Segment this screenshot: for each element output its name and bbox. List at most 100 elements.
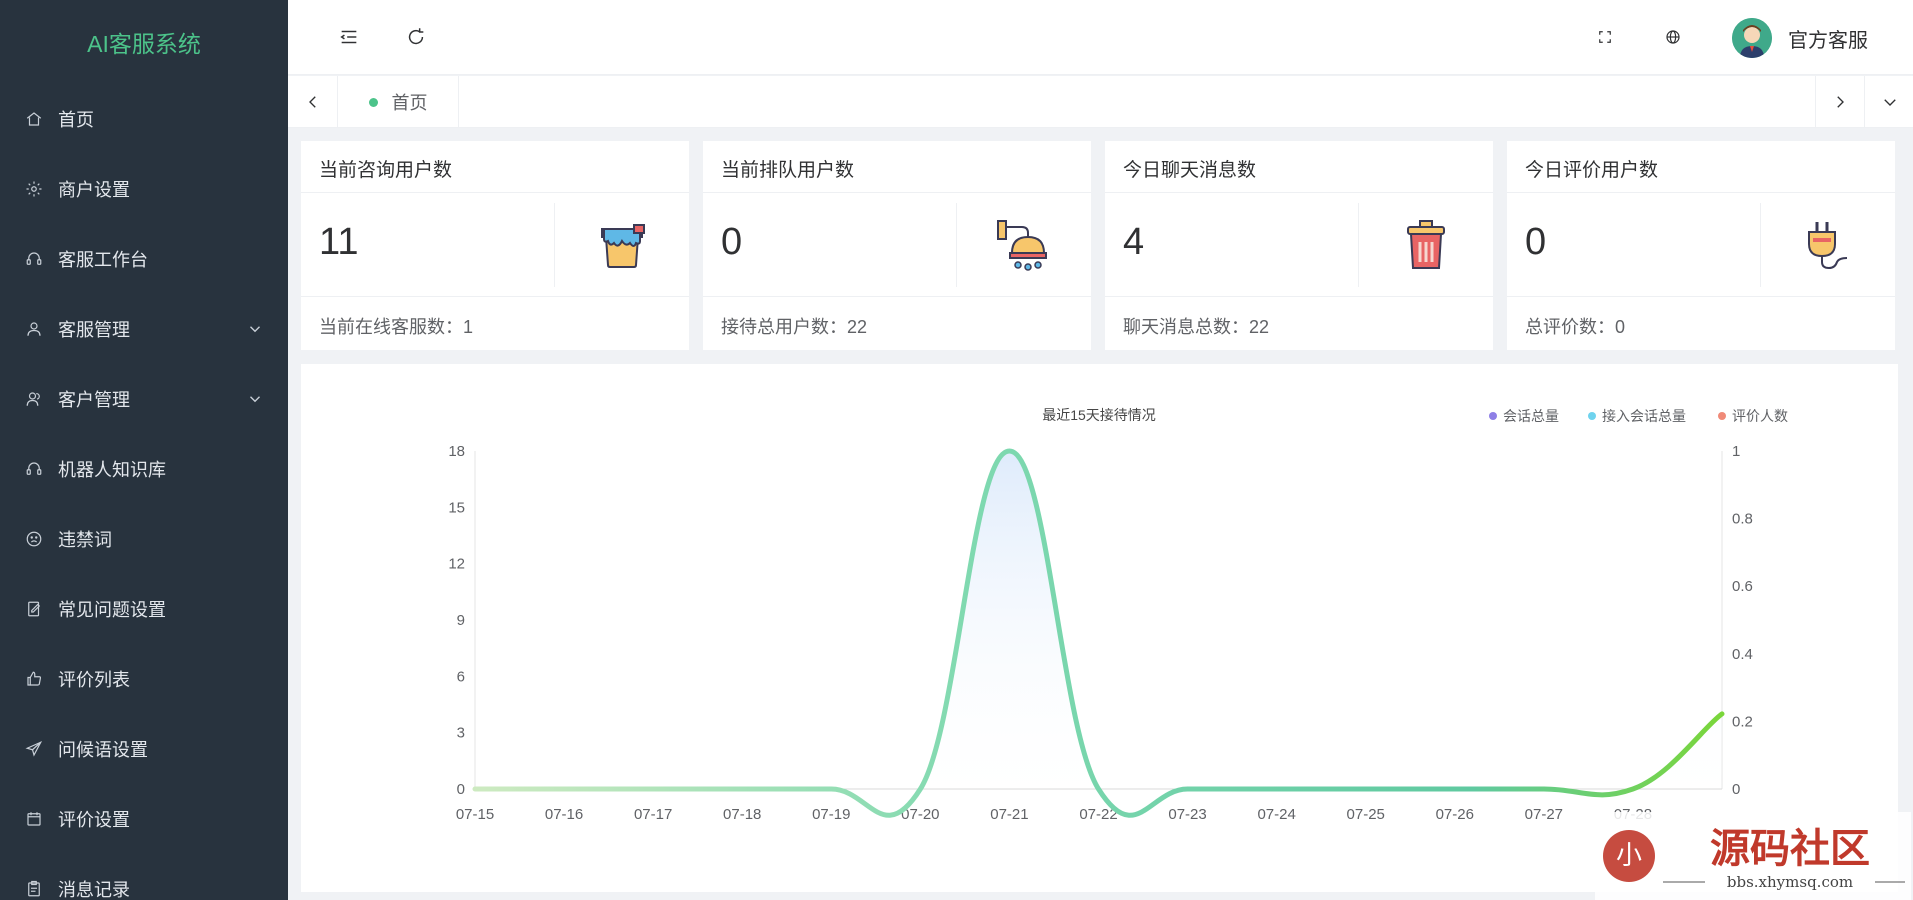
y-right-tick-label: 0.6 <box>1732 578 1753 595</box>
tabs-scroll-right-button[interactable] <box>1815 76 1865 128</box>
chevron-down-icon[interactable] <box>246 390 264 408</box>
globe-icon[interactable] <box>1658 22 1688 52</box>
edit-doc-icon <box>24 599 44 619</box>
sidebar-item-9[interactable]: 问候语设置 <box>0 714 288 784</box>
trash-can-icon <box>1407 220 1445 269</box>
calendar-icon <box>24 809 44 829</box>
sidebar-item-label: 商户设置 <box>58 180 130 200</box>
paint-bucket-icon <box>601 224 645 268</box>
card-value: 11 <box>319 221 359 263</box>
stat-card-messages: 今日聊天消息数 4 聊天消息总数：22 <box>1105 141 1493 350</box>
sidebar-item-8[interactable]: 评价列表 <box>0 644 288 714</box>
tabs-scroll-left-button[interactable] <box>288 76 338 128</box>
stat-card-ratings: 今日评价用户数 0 总评价数：0 <box>1507 141 1895 350</box>
y-left-tick-label: 3 <box>457 725 465 742</box>
headset-icon <box>24 459 44 479</box>
legend-label: 会话总量 <box>1503 408 1559 424</box>
sidebar-item-label: 问候语设置 <box>58 740 148 760</box>
sidebar-item-7[interactable]: 常见问题设置 <box>0 574 288 644</box>
tabs-bar: 首页 <box>288 76 1913 128</box>
username[interactable]: 官方客服 <box>1788 24 1868 53</box>
sidebar-item-label: 客服管理 <box>58 320 130 340</box>
users-icon <box>24 389 44 409</box>
app-logo-title[interactable]: AI客服系统 <box>0 0 288 84</box>
x-tick-label: 07-23 <box>1168 806 1206 823</box>
stat-card-queue: 当前排队用户数 0 接待总用户数：22 <box>703 141 1091 350</box>
y-right-tick-label: 1 <box>1732 443 1740 460</box>
sidebar-item-label: 评价列表 <box>58 670 130 690</box>
y-right-tick-label: 0 <box>1732 781 1740 798</box>
card-footer: 当前在线客服数：1 <box>319 317 474 337</box>
legend-marker <box>1588 412 1596 420</box>
x-tick-label: 07-26 <box>1436 806 1474 823</box>
sidebar-item-label: 违禁词 <box>58 530 112 550</box>
x-tick-label: 07-18 <box>723 806 761 823</box>
sidebar-item-3[interactable]: 客服管理 <box>0 294 288 364</box>
chart-title: 最近15天接待情况 <box>1042 407 1156 423</box>
x-tick-label: 07-27 <box>1525 806 1563 823</box>
sidebar-item-6[interactable]: 违禁词 <box>0 504 288 574</box>
sidebar-item-label: 消息记录 <box>58 880 130 900</box>
legend-marker <box>1718 412 1726 420</box>
shower-icon <box>997 220 1047 271</box>
card-title: 当前排队用户数 <box>703 141 1091 193</box>
sidebar-item-label: 常见问题设置 <box>58 600 166 620</box>
frown-icon <box>24 529 44 549</box>
sidebar-item-5[interactable]: 机器人知识库 <box>0 434 288 504</box>
x-tick-label: 07-15 <box>456 806 494 823</box>
user-icon <box>24 319 44 339</box>
series-area-accepted <box>475 451 1722 816</box>
sidebar: AI客服系统 首页商户设置客服工作台客服管理客户管理机器人知识库违禁词常见问题设… <box>0 0 288 900</box>
send-icon <box>24 739 44 759</box>
sidebar-item-0[interactable]: 首页 <box>0 84 288 154</box>
sidebar-item-2[interactable]: 客服工作台 <box>0 224 288 294</box>
x-tick-label: 07-24 <box>1257 806 1295 823</box>
legend-marker <box>1489 412 1497 420</box>
refresh-icon[interactable] <box>401 22 431 52</box>
card-title: 今日聊天消息数 <box>1105 141 1493 193</box>
menu-fold-icon[interactable] <box>334 22 364 52</box>
card-value: 4 <box>1123 221 1145 263</box>
y-left-tick-label: 15 <box>448 499 465 516</box>
y-left-tick-label: 6 <box>457 668 465 685</box>
chevron-down-icon[interactable] <box>246 320 264 338</box>
gear-icon <box>24 179 44 199</box>
series-line-total <box>472 448 1725 818</box>
y-left-tick-label: 9 <box>457 612 465 629</box>
x-tick-label: 07-17 <box>634 806 672 823</box>
legend-label: 评价人数 <box>1732 408 1788 424</box>
active-dot <box>368 97 378 107</box>
svg-text:源码社区: 源码社区 <box>1710 826 1870 872</box>
x-tick-label: 07-16 <box>545 806 583 823</box>
plug-icon <box>1808 222 1848 270</box>
x-tick-label: 07-21 <box>990 806 1028 823</box>
watermark-logo: 小 源码社区 bbs.xhymsq.com <box>1595 812 1911 900</box>
card-value: 0 <box>721 221 743 263</box>
fullscreen-icon[interactable] <box>1590 22 1620 52</box>
card-title: 当前咨询用户数 <box>301 141 689 193</box>
sidebar-item-label: 客服工作台 <box>58 250 148 270</box>
sidebar-item-10[interactable]: 评价设置 <box>0 784 288 854</box>
sidebar-item-4[interactable]: 客户管理 <box>0 364 288 434</box>
avatar[interactable] <box>1732 18 1772 58</box>
sidebar-item-1[interactable]: 商户设置 <box>0 154 288 224</box>
legend-label: 接入会话总量 <box>1602 408 1686 424</box>
y-left-tick-label: 12 <box>448 556 465 573</box>
card-value: 0 <box>1525 221 1547 263</box>
headset-icon <box>24 249 44 269</box>
sidebar-item-label: 客户管理 <box>58 390 130 410</box>
clipboard-icon <box>24 879 44 899</box>
sidebar-item-11[interactable]: 消息记录 <box>0 854 288 900</box>
tab-home[interactable]: 首页 <box>338 76 459 128</box>
x-tick-label: 07-25 <box>1347 806 1385 823</box>
y-right-tick-label: 0.4 <box>1732 646 1753 663</box>
card-footer: 总评价数：0 <box>1525 317 1626 337</box>
card-footer: 接待总用户数：22 <box>721 317 868 337</box>
tabs-dropdown-button[interactable] <box>1865 76 1913 128</box>
home-icon <box>24 109 44 129</box>
top-header: 官方客服 <box>288 0 1913 75</box>
sidebar-menu: 首页商户设置客服工作台客服管理客户管理机器人知识库违禁词常见问题设置 评价列表问候… <box>0 84 288 900</box>
y-right-tick-label: 0.8 <box>1732 511 1753 528</box>
y-left-tick-label: 18 <box>448 443 465 460</box>
y-left-tick-label: 0 <box>457 781 465 798</box>
